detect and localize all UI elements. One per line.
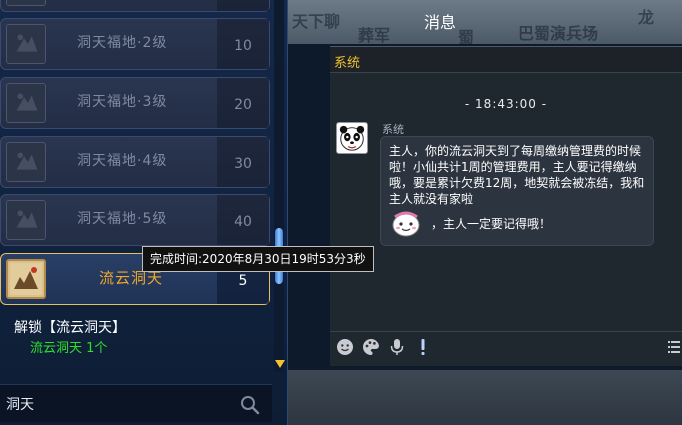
palette-icon[interactable] bbox=[362, 338, 380, 356]
message-timestamp: - 18:43:00 - bbox=[464, 97, 548, 111]
message-line-end: ，主人一定要记得哦！ bbox=[389, 209, 645, 239]
menu-icon[interactable] bbox=[668, 340, 680, 354]
window-title: 消息 bbox=[423, 13, 456, 32]
message-bubble: 主人，你的流云洞天到了每周缴纳管理费的时候啦！小仙共计1周的管理费用，主人要记得… bbox=[380, 136, 654, 246]
search-input[interactable] bbox=[6, 393, 226, 415]
item-list: 洞天福地·2级 10 洞天福地·3级 20 洞天福地·4级 30 洞天福地·5级… bbox=[0, 0, 272, 375]
channel-tab-system[interactable]: 系统 bbox=[330, 47, 682, 73]
item-thumbnail-icon bbox=[6, 200, 46, 240]
completion-time-tooltip: 完成时间:2020年8月30日19时53分3秒 bbox=[142, 246, 374, 272]
search-icon[interactable] bbox=[240, 395, 260, 415]
list-item-count: 20 bbox=[217, 78, 269, 128]
list-item-label: 洞天福地·5级 bbox=[77, 211, 168, 227]
exclamation-icon[interactable] bbox=[414, 338, 432, 356]
list-item-label: 洞天福地·2级 bbox=[77, 35, 168, 51]
smiley-icon[interactable] bbox=[336, 338, 354, 356]
message-body: 系统 - 18:43:00 - 系统 主人，你的流云洞天到了每周缴纳管理费的时候… bbox=[330, 46, 682, 366]
list-item-count: 30 bbox=[217, 137, 269, 187]
item-thumbnail-icon bbox=[6, 259, 46, 299]
panda-avatar-icon[interactable] bbox=[336, 122, 368, 154]
message-text-end: ，主人一定要记得哦！ bbox=[431, 217, 552, 231]
message-window: 消息 系统 - 18:43:00 - 系统 主人，你的流云洞天到了每周缴纳管理费… bbox=[330, 6, 682, 366]
unlock-requirement: 流云洞天 1个 bbox=[30, 341, 108, 356]
emoticon-icon bbox=[392, 211, 420, 237]
chat-toolbar bbox=[330, 331, 682, 361]
list-item[interactable]: 洞天福地·5级 40 bbox=[0, 194, 270, 246]
item-thumbnail-icon bbox=[6, 24, 46, 64]
list-item[interactable] bbox=[0, 0, 270, 12]
unlock-title: 解锁【流云洞天】 bbox=[14, 320, 126, 336]
list-item[interactable]: 洞天福地·2级 10 bbox=[0, 18, 270, 70]
list-item-count: 10 bbox=[217, 19, 269, 69]
list-item[interactable]: 洞天福地·3级 20 bbox=[0, 77, 270, 129]
channel-label: 系统 bbox=[334, 56, 361, 71]
list-item-label: 洞天福地·3级 bbox=[77, 94, 168, 110]
search-bar bbox=[0, 384, 272, 422]
list-scrollbar[interactable] bbox=[274, 0, 284, 372]
item-thumbnail-icon bbox=[6, 142, 46, 182]
message-window-header: 消息 bbox=[330, 6, 682, 46]
list-item-count bbox=[217, 0, 269, 11]
item-thumbnail-icon bbox=[6, 83, 46, 123]
game-scene-background-bottom bbox=[288, 370, 682, 425]
message-text: 主人，你的流云洞天到了每周缴纳管理费的时候啦！小仙共计1周的管理费用，主人要记得… bbox=[389, 144, 645, 206]
list-item[interactable]: 洞天福地·4级 30 bbox=[0, 136, 270, 188]
message-sender: 系统 bbox=[382, 123, 404, 136]
item-thumbnail-icon bbox=[6, 0, 46, 6]
list-item-count: 40 bbox=[217, 195, 269, 245]
list-item-label: 洞天福地·4级 bbox=[77, 153, 168, 169]
item-list-panel: 洞天福地·2级 10 洞天福地·3级 20 洞天福地·4级 30 洞天福地·5级… bbox=[0, 0, 288, 425]
microphone-icon[interactable] bbox=[388, 338, 406, 356]
scroll-down-arrow-icon[interactable] bbox=[275, 360, 285, 368]
